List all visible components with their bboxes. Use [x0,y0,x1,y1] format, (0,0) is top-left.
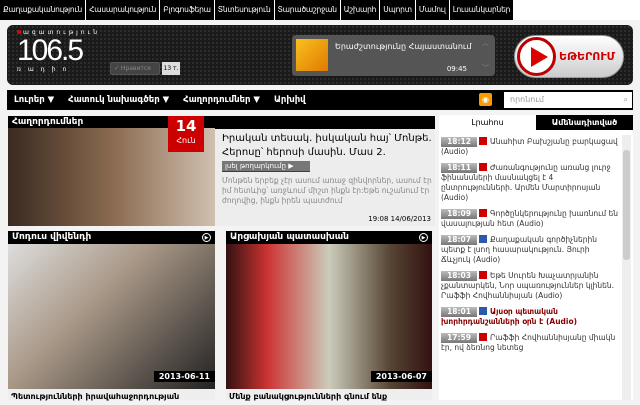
top-nav-item[interactable]: Աշխարհ [340,0,381,20]
rss-icon[interactable]: ◉ [479,93,492,106]
live-button[interactable]: ԵԹԵՐՈՒՄ [514,35,624,78]
featured-description: Մոնթեն երբեք չէր ասում առաջ զինվորներ, ա… [222,176,432,205]
news-time: 18:03 [441,271,477,281]
news-time: 17:59 [441,333,477,343]
chevron-down-icon[interactable]: ﹀ [482,63,489,73]
news-item[interactable]: 18:12 Անահիտ Բախշյանը բարկացավ (Audio) [441,137,619,157]
category-icon [479,137,487,145]
news-item[interactable]: 18:01 Այսօր պետական խորհրդանշանների օրն է… [441,307,619,327]
tab-most-viewed[interactable]: Ամենադիտված [536,115,633,130]
featured-program: Հաղորդումներ 14 Հուն Իրական տեսակ. իսկակ… [8,116,435,226]
like-button[interactable]: ✓ Нравится [110,62,160,75]
like-count: 13 т. [162,62,180,75]
news-feed: Լրահոս Ամենադիտված 18:12 Անահիտ Բախշյանը … [439,115,633,400]
category-icon [479,307,487,315]
top-nav-item[interactable]: Քաղաքականություն [0,0,87,20]
top-nav-item[interactable]: Բլոգոսֆերա [160,0,215,20]
top-nav-item[interactable]: Հասարակություն [86,0,161,20]
video-card[interactable]: Մոդուս վիվենդի ▶ 2013-06-11 Պետություններ… [8,231,215,401]
news-time: 18:12 [441,137,477,147]
listen-button[interactable]: լսել թողարկումը ▶ [222,161,310,172]
main-nav: Լուրեր ▼ Հատուկ նախագծեր ▼ Հաղորդումներ … [7,90,633,110]
video-date: 2013-06-07 [370,371,432,382]
top-nav-item[interactable]: Մամուլ [415,0,450,20]
video-caption[interactable]: Պետությունների իրավահաջորդության [8,389,215,405]
chevron-up-icon[interactable]: ︿ [482,38,489,48]
search-placeholder: որոնում [510,95,544,104]
top-nav-item[interactable]: Տարածաշրջան [274,0,341,20]
category-icon [479,235,487,243]
logo[interactable]: ազատություն 106.5 ռադիո [17,29,100,73]
play-icon[interactable]: ▶ [419,233,428,242]
category-icon [479,209,487,217]
news-item[interactable]: 18:11 Ժառանգությունը առանց լուրջ ֆինանսնե… [441,163,619,203]
now-playing: Երաժշտությունը Հայաստանում 09:45 ︿ ﹀ [292,35,495,76]
tab-feed[interactable]: Լրահոս [439,115,536,130]
track-time: 09:45 [446,65,467,73]
video-section: Արցախյան պատասխան ▶ [226,231,432,244]
top-nav-item[interactable]: Լուսանկարներ [449,0,515,20]
video-section-title: Արցախյան պատասխան [230,232,349,242]
video-section-title: Մոդուս վիվենդի [12,232,92,242]
date-badge: 14 Հուն [168,116,204,152]
badge-day: 14 [175,117,197,135]
nav-archive[interactable]: Արխիվ [267,95,313,105]
badge-month: Հուն [176,136,196,145]
featured-title[interactable]: Իրական տեսակ. իսկական հայ՝ Մոնթե. Հերոսը… [222,132,432,160]
track-thumbnail [296,39,328,71]
logo-bottom: ռադիո [17,66,74,73]
video-thumbnail[interactable] [8,244,215,389]
live-label: ԵԹԵՐՈՒՄ [559,50,616,63]
category-icon [479,271,487,279]
nav-projects[interactable]: Հատուկ նախագծեր ▼ [61,95,176,105]
news-item[interactable]: 18:03 Եթե Սուրեն Խաչատրյանին չքանտարկեն, … [441,271,619,301]
search-icon[interactable]: ⌕ [624,92,628,108]
video-date: 2013-06-11 [153,371,215,382]
nav-news[interactable]: Լուրեր ▼ [7,95,61,105]
news-item[interactable]: 17:59 Րաֆֆի Հովհաննիսյանը միակն էր, ով ձե… [441,333,619,353]
play-icon [517,37,556,76]
news-time: 18:07 [441,235,477,245]
news-time: 18:01 [441,307,477,317]
video-section: Մոդուս վիվենդի ▶ [8,231,215,244]
news-item[interactable]: 18:07 Քաղաքական գործիչներին պետք է լսող հ… [441,235,619,265]
scrollbar-thumb[interactable] [623,150,630,260]
logo-number: 106.5 [17,34,84,67]
top-nav: Քաղաքականություն Հասարակություն Բլոգոսֆերա… [0,0,640,20]
category-icon [479,163,487,171]
top-nav-item[interactable]: Տնտեսություն [214,0,275,20]
video-thumbnail[interactable] [226,244,432,389]
search-input[interactable]: որոնում ⌕ [504,92,632,108]
news-time: 18:11 [441,163,477,173]
top-nav-item[interactable]: Սպորտ [380,0,416,20]
play-icon[interactable]: ▶ [202,233,211,242]
news-time: 18:09 [441,209,477,219]
nav-programs[interactable]: Հաղորդումներ ▼ [176,95,267,105]
news-item[interactable]: 18:09 Գործընկերությունը խառնում են վասալո… [441,209,619,229]
track-title: Երաժշտությունը Հայաստանում [335,42,472,51]
featured-date: 19:08 14/06/2013 [368,215,431,223]
site-header: ազատություն 106.5 ռադիո ✓ Нравится 13 т.… [7,25,633,85]
scrollbar[interactable] [622,135,631,400]
video-card[interactable]: Արցախյան պատասխան ▶ 2013-06-07 Մենք բանակ… [226,231,432,401]
video-caption[interactable]: Մենք բանակցությունների գնում ենք [226,389,432,405]
category-icon [479,333,487,341]
